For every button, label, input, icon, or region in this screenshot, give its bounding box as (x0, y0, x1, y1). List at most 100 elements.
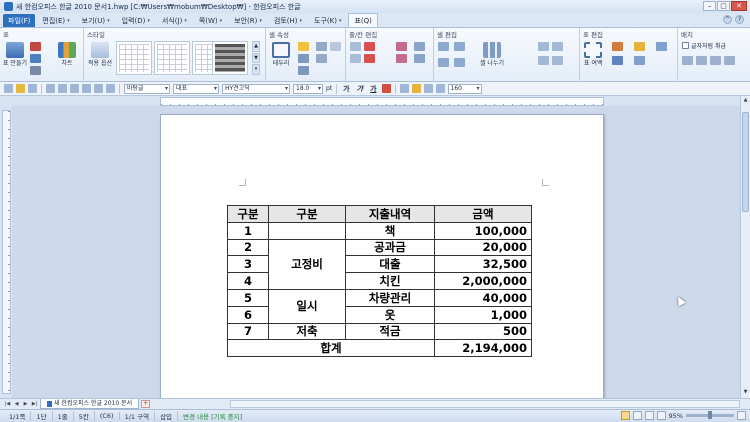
group-cell-saving[interactable]: 저축 (268, 322, 346, 341)
row-number-cell[interactable]: 6 (227, 305, 269, 324)
underline-button[interactable]: 가 (368, 84, 378, 94)
col-left-icon[interactable] (414, 42, 425, 51)
menu-view[interactable]: 보기(U) ▾ (77, 14, 115, 27)
menu-review[interactable]: 검토(H) ▾ (269, 14, 307, 27)
total-amount-cell[interactable]: 2,194,000 (434, 339, 532, 358)
border-button[interactable]: 테두리 (272, 42, 290, 67)
cell-op-1-icon[interactable] (538, 42, 549, 51)
bold-button[interactable]: 가 (341, 84, 351, 94)
table-edit-2-icon[interactable] (612, 56, 623, 65)
table-margin-button[interactable]: 표 여백 (584, 42, 602, 67)
undo-icon[interactable] (106, 84, 115, 93)
normal-view-button[interactable] (620, 411, 630, 420)
zoom-slider-knob[interactable] (708, 411, 712, 419)
menu-security[interactable]: 보안(R) ▾ (229, 14, 267, 27)
table-tool-icon[interactable] (30, 66, 41, 75)
row-number-cell[interactable]: 5 (227, 288, 269, 307)
amount-cell[interactable]: 32,500 (434, 255, 532, 274)
insert-col-icon[interactable] (350, 54, 361, 63)
table-insert-icon[interactable] (30, 54, 41, 63)
status-insert-mode[interactable]: 삽입 (155, 411, 179, 421)
italic-button[interactable]: 가 (355, 84, 365, 94)
split-cell-button[interactable]: 셀 나누기 (480, 42, 504, 67)
new-doc-icon[interactable] (4, 84, 13, 93)
line-style-icon[interactable] (298, 54, 309, 63)
total-label-cell[interactable]: 합계 (227, 339, 435, 358)
zoom-out-icon[interactable] (656, 411, 666, 420)
tab-last-icon[interactable]: ▶| (31, 401, 38, 408)
cell-more-icon[interactable] (330, 42, 341, 51)
language-combo[interactable]: 대표 (173, 83, 219, 94)
scroll-up-icon[interactable]: ▲ (741, 97, 750, 105)
detail-cell[interactable]: 적금 (345, 322, 435, 341)
font-combo[interactable]: HY견고딕 (222, 83, 290, 94)
amount-cell[interactable]: 20,000 (434, 238, 532, 257)
table-edit-3-icon[interactable] (634, 42, 645, 51)
zoom-combo[interactable]: 160 (447, 83, 482, 94)
scroll-thumb[interactable] (742, 112, 749, 212)
preview-icon[interactable] (58, 84, 67, 93)
row-number-cell[interactable]: 2 (227, 238, 269, 257)
tab-prev-icon[interactable]: ◀ (13, 401, 20, 408)
detail-cell[interactable]: 공과금 (345, 238, 435, 257)
insert-row-icon[interactable] (350, 42, 361, 51)
header-cell[interactable]: 구분 (227, 205, 269, 223)
row-number-cell[interactable]: 7 (227, 322, 269, 341)
cell-valign-icon[interactable] (316, 54, 327, 63)
align-left-icon[interactable] (399, 84, 409, 93)
maximize-button[interactable]: ▢ (717, 1, 730, 11)
amount-cell[interactable]: 1,000 (434, 305, 532, 324)
style-combo[interactable]: 바탕글 (124, 83, 170, 94)
page-view-button[interactable] (632, 411, 642, 420)
merge-cells-icon[interactable] (438, 42, 449, 51)
detail-cell[interactable]: 대출 (345, 255, 435, 274)
table-style-gallery-1[interactable] (116, 41, 152, 75)
table-style-icon[interactable] (30, 42, 41, 51)
detail-cell[interactable]: 책 (345, 221, 435, 240)
ribbon-collapse-icon[interactable]: ^ (723, 15, 732, 24)
wrap-4-icon[interactable] (724, 56, 735, 65)
cell-size-icon[interactable] (454, 58, 465, 67)
vertical-scrollbar[interactable]: ▲ ▼ (740, 96, 750, 398)
amount-cell[interactable]: 100,000 (434, 221, 532, 240)
paste-icon[interactable] (94, 84, 103, 93)
detail-cell[interactable]: 옷 (345, 305, 435, 324)
row-number-cell[interactable]: 3 (227, 255, 269, 274)
cell-op-4-icon[interactable] (552, 56, 563, 65)
scroll-down-icon[interactable]: ▼ (741, 389, 750, 397)
wrap-3-icon[interactable] (710, 56, 721, 65)
horizontal-ruler[interactable] (160, 97, 604, 106)
cell-align-icon[interactable] (316, 42, 327, 51)
table-style-gallery-4[interactable] (212, 41, 248, 75)
menu-page[interactable]: 쪽(W) ▾ (194, 14, 227, 27)
align-center-icon[interactable] (411, 84, 421, 93)
align-right-icon[interactable] (423, 84, 433, 93)
apply-options-button[interactable]: 적용 옵션 (88, 42, 112, 67)
line-width-icon[interactable] (298, 66, 309, 75)
row-number-cell[interactable]: 4 (227, 272, 269, 290)
fill-color-icon[interactable] (298, 42, 309, 51)
menu-file[interactable]: 파일(F) (3, 14, 36, 27)
copy-icon[interactable] (82, 84, 91, 93)
style-gallery-scroll[interactable]: ▲ ▼ ▾ (252, 41, 260, 76)
row-below-icon[interactable] (396, 54, 407, 63)
empty-cell[interactable] (268, 221, 346, 240)
web-view-button[interactable] (644, 411, 654, 420)
amount-cell[interactable]: 500 (434, 322, 532, 341)
table-edit-5-icon[interactable] (656, 42, 667, 51)
menu-tools[interactable]: 도구(K) ▾ (309, 14, 346, 27)
create-table-button[interactable]: 표 만들기 (3, 42, 27, 67)
font-color-icon[interactable] (381, 84, 391, 93)
group-cell-fixed[interactable]: 고정비 (268, 238, 346, 290)
table-edit-4-icon[interactable] (634, 56, 645, 65)
document-tab[interactable]: 새 한컴오피스 한글 2010 문서 (40, 399, 140, 409)
chart-button[interactable]: 차트 (58, 42, 76, 67)
menu-table[interactable]: 표(Q) (348, 13, 378, 27)
open-folder-icon[interactable] (16, 84, 25, 93)
help-icon[interactable]: ? (735, 15, 744, 24)
detail-cell[interactable]: 차량관리 (345, 288, 435, 307)
cell-grid-icon[interactable] (438, 58, 449, 67)
delete-col-icon[interactable] (364, 54, 375, 63)
treat-as-char-checkbox[interactable] (682, 42, 689, 49)
delete-row-icon[interactable] (364, 42, 375, 51)
